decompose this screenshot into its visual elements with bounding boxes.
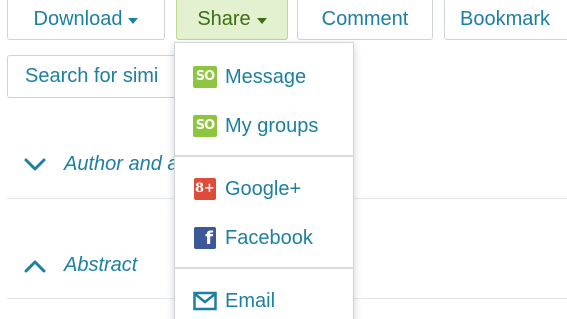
chevron-up-icon xyxy=(24,260,46,272)
menu-item-label: Google+ xyxy=(225,177,302,200)
share-google-plus-item[interactable]: 8+ Google+ xyxy=(175,169,353,209)
bookmark-label: Bookmark xyxy=(460,8,551,30)
download-button[interactable]: Download xyxy=(7,0,165,40)
abstract-label: Abstract xyxy=(64,254,138,276)
comment-label: Comment xyxy=(321,8,409,30)
share-facebook-item[interactable]: f Facebook xyxy=(175,218,353,258)
google-plus-icon: 8+ xyxy=(193,177,217,201)
email-icon xyxy=(193,289,217,313)
chevron-down-icon xyxy=(24,158,46,170)
menu-separator xyxy=(175,267,353,269)
comment-button[interactable]: Comment xyxy=(297,0,433,40)
page: Download Share Comment Bookmark Search f… xyxy=(0,0,567,319)
share-button[interactable]: Share xyxy=(176,0,288,40)
search-similar-label: Search for simi xyxy=(25,65,159,87)
so-icon: SO xyxy=(193,65,217,89)
share-dropdown-menu: SO Message SO My groups 8+ Google+ f Fac… xyxy=(174,42,354,319)
share-my-groups-item[interactable]: SO My groups xyxy=(175,106,353,146)
chevron-down-icon xyxy=(256,17,267,24)
menu-item-label: Message xyxy=(225,65,307,88)
share-message-item[interactable]: SO Message xyxy=(175,57,353,97)
download-label: Download xyxy=(33,8,123,30)
bookmark-button[interactable]: Bookmark xyxy=(444,0,567,40)
share-email-item[interactable]: Email xyxy=(175,281,353,319)
menu-item-label: Email xyxy=(225,289,276,312)
menu-item-label: My groups xyxy=(225,114,319,137)
facebook-icon: f xyxy=(193,226,217,250)
abstract-toggle[interactable]: Abstract xyxy=(24,254,137,277)
menu-separator xyxy=(175,155,353,157)
share-label: Share xyxy=(197,8,251,30)
menu-item-label: Facebook xyxy=(225,226,313,249)
so-icon: SO xyxy=(193,114,217,138)
chevron-down-icon xyxy=(128,17,139,24)
